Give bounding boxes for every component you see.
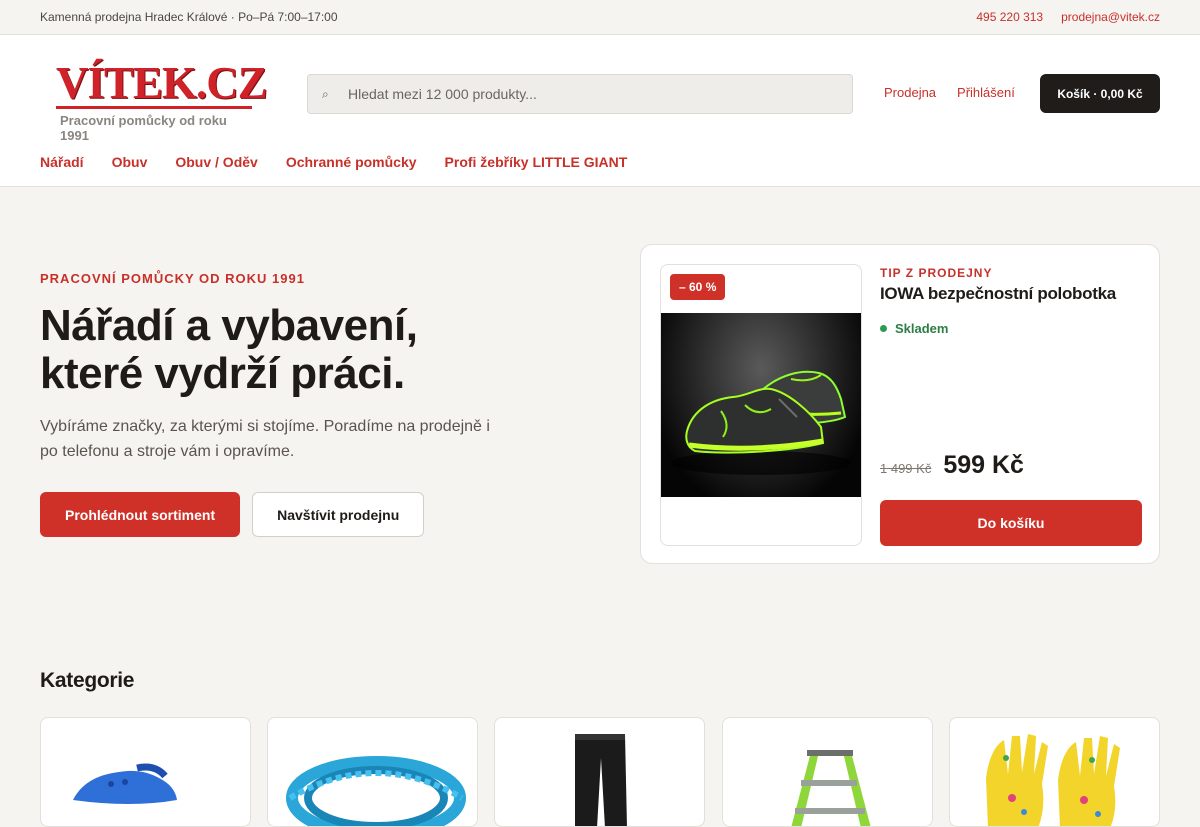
hero-section: PRACOVNÍ POMŮCKY OD ROKU 1991 Nářadí a v…: [40, 271, 500, 537]
category-card-clogs[interactable]: [40, 717, 251, 827]
safety-shoe-image: [671, 370, 851, 475]
category-card-trousers[interactable]: [494, 717, 705, 827]
login-link[interactable]: Přihlášení: [957, 85, 1015, 100]
price-row: 1 499 Kč 599 Kč: [880, 451, 1024, 480]
trousers-image: [575, 734, 627, 826]
phone-link[interactable]: 495 220 313: [976, 10, 1043, 24]
category-card-gloves[interactable]: [949, 717, 1160, 827]
store-tip-card: – 60 % TIP Z PRODEJNY IOWA bezpečnostní …: [640, 244, 1160, 564]
search-box[interactable]: ⌕: [307, 74, 853, 114]
logo-tagline: Pracovní pomůcky od roku 1991: [60, 113, 227, 143]
category-card-ladders[interactable]: [722, 717, 933, 827]
site-logo[interactable]: VÍTEK.CZ Pracovní pomůcky od roku 1991: [56, 58, 268, 165]
product-name[interactable]: IOWA bezpečnostní polobotka: [880, 284, 1142, 304]
current-price: 599 Kč: [943, 451, 1024, 479]
stock-status: Skladem: [880, 321, 1142, 336]
old-price: 1 499 Kč: [880, 461, 932, 476]
cart-button[interactable]: Košík · 0,00 Kč: [1040, 74, 1160, 113]
hero-title: Nářadí a vybavení, které vydrží práci.: [40, 301, 418, 398]
hero-text: Vybíráme značky, za kterými si stojíme. …: [40, 418, 490, 460]
tip-info: TIP Z PRODEJNY IOWA bezpečnostní polobot…: [880, 266, 1142, 336]
in-stock-dot-icon: [880, 325, 887, 332]
header-links: Prodejna Přihlášení: [884, 85, 1015, 100]
product-photo: [661, 313, 861, 497]
nav-item-ochranne-pomucky[interactable]: Ochranné pomůcky: [286, 154, 417, 170]
gloves-image: [986, 734, 1120, 826]
search-input[interactable]: [348, 86, 828, 102]
top-info-bar: Kamenná prodejna Hradec Králové · Po–Pá …: [0, 0, 1200, 35]
store-link[interactable]: Prodejna: [884, 85, 936, 100]
stock-label: Skladem: [895, 321, 949, 336]
add-to-cart-button[interactable]: Do košíku: [880, 500, 1142, 546]
tip-eyebrow: TIP Z PRODEJNY: [880, 266, 993, 280]
product-image-frame[interactable]: – 60 %: [660, 264, 862, 546]
nav-item-obuv-odev[interactable]: Obuv / Oděv: [175, 154, 257, 170]
browse-assortment-button[interactable]: Prohlédnout sortiment: [40, 492, 241, 537]
site-header: VÍTEK.CZ Pracovní pomůcky od roku 1991 ⌕…: [0, 35, 1200, 187]
search-icon: ⌕: [322, 86, 329, 101]
visit-store-button[interactable]: Navštívit prodejnu: [252, 492, 425, 537]
store-info: Kamenná prodejna Hradec Králové · Po–Pá …: [40, 10, 338, 24]
nav-item-zebriky[interactable]: Profi žebříky LITTLE GIANT: [445, 154, 628, 170]
rope-image: [286, 756, 466, 826]
hero-buttons: Prohlédnout sortiment Navštívit prodejnu: [40, 492, 500, 537]
nav-item-naradi[interactable]: Nářadí: [40, 154, 84, 170]
ladder-image: [791, 750, 871, 826]
nav-item-obuv[interactable]: Obuv: [112, 154, 148, 170]
main-nav: Nářadí Obuv Obuv / Oděv Ochranné pomůcky…: [40, 154, 627, 170]
email-link[interactable]: prodejna@vitek.cz: [1061, 10, 1160, 24]
hero-eyebrow: PRACOVNÍ POMŮCKY OD ROKU 1991: [40, 271, 305, 286]
discount-badge: – 60 %: [670, 274, 726, 300]
contact-links: 495 220 313 prodejna@vitek.cz: [976, 10, 1160, 24]
logo-wordmark: VÍTEK.CZ: [56, 58, 268, 108]
category-card-ropes[interactable]: [267, 717, 478, 827]
categories-heading: Kategorie: [40, 669, 135, 692]
clog-image: [73, 763, 177, 804]
